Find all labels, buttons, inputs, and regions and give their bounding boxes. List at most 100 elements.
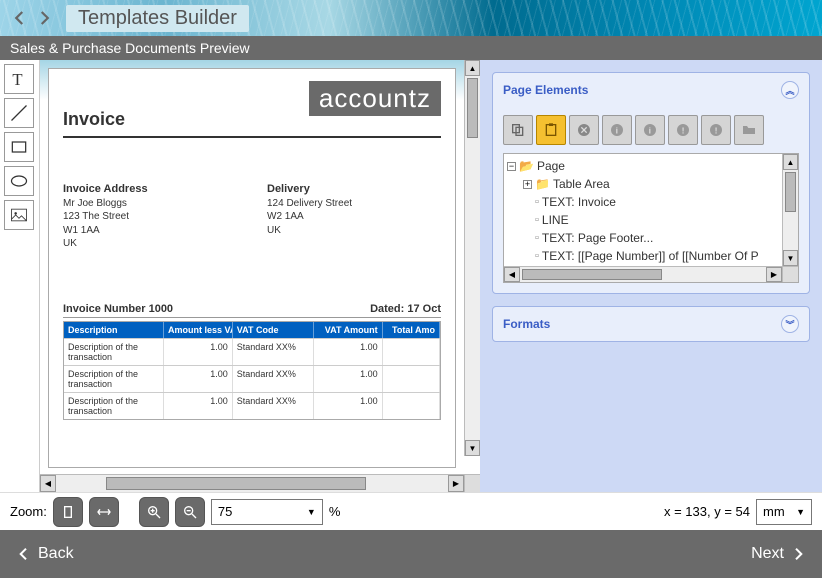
tree-node-page[interactable]: − 📂 Page — [507, 157, 779, 175]
scroll-thumb[interactable] — [106, 477, 366, 490]
zoom-out-button[interactable] — [175, 497, 205, 527]
invoice-number: Invoice Number 1000 — [63, 303, 173, 315]
copy-button[interactable] — [503, 115, 533, 145]
preview-hscrollbar[interactable]: ◀ ▶ — [40, 474, 480, 492]
zoom-dropdown[interactable]: 75 ▼ — [211, 499, 323, 525]
tree-label: LINE — [542, 211, 569, 229]
scroll-right-icon[interactable]: ▶ — [448, 475, 464, 492]
rect-tool[interactable] — [4, 132, 34, 162]
folder-button[interactable] — [734, 115, 764, 145]
scroll-right-icon[interactable]: ▶ — [766, 267, 782, 282]
invoice-address-block: Invoice Address Mr Joe Bloggs 123 The St… — [63, 182, 237, 251]
tree-vscrollbar[interactable]: ▲ ▼ — [782, 154, 798, 266]
cell-total — [383, 393, 440, 419]
status-area: x = 133, y = 54 mm ▼ — [664, 499, 812, 525]
text-tool[interactable]: T — [4, 64, 34, 94]
wizard-footer: Back Next — [0, 530, 822, 578]
alert-icon: ! — [675, 122, 691, 138]
fit-width-button[interactable] — [89, 497, 119, 527]
tree-leaf[interactable]: ▫LINE — [507, 211, 779, 229]
tree-content: − 📂 Page + 📁 Table Area ▫TEXT: Invoice ▫… — [504, 154, 782, 266]
alert-button-2[interactable]: ! — [701, 115, 731, 145]
zoom-value: 75 — [218, 504, 232, 519]
tree-leaf[interactable]: ▫TEXT: Page Footer... — [507, 229, 779, 247]
company-logo: accountz — [309, 81, 441, 116]
scroll-thumb[interactable] — [467, 78, 478, 138]
back-button[interactable]: Back — [16, 545, 74, 563]
next-button[interactable]: Next — [751, 545, 806, 563]
folder-icon — [741, 122, 757, 138]
scroll-up-icon[interactable]: ▲ — [783, 154, 798, 170]
cell-vatamt: 1.00 — [314, 339, 383, 365]
fit-page-button[interactable] — [53, 497, 83, 527]
scroll-thumb[interactable] — [522, 269, 662, 280]
svg-text:i: i — [649, 125, 651, 135]
scroll-corner — [464, 475, 480, 492]
invoice-address-name: Mr Joe Bloggs — [63, 198, 127, 209]
alert-button-1[interactable]: ! — [668, 115, 698, 145]
image-tool[interactable] — [4, 200, 34, 230]
formats-panel: Formats ︾ — [492, 306, 810, 342]
expand-icon[interactable]: − — [507, 162, 516, 171]
zoom-in-button[interactable] — [139, 497, 169, 527]
scroll-track[interactable] — [56, 475, 448, 492]
scroll-thumb[interactable] — [785, 172, 796, 212]
page-elements-header[interactable]: Page Elements ︽ — [493, 73, 809, 107]
formats-header[interactable]: Formats ︾ — [493, 307, 809, 341]
tree-label: Table Area — [553, 175, 610, 193]
delivery-line2: W2 1AA — [267, 211, 304, 222]
cell-vatcode: Standard XX% — [233, 393, 314, 419]
expand-icon[interactable]: + — [523, 180, 532, 189]
cell-amount: 1.00 — [164, 366, 233, 392]
document-preview[interactable]: accountz Invoice Invoice Address Mr Joe … — [48, 68, 456, 468]
folder-open-icon: 📂 — [519, 157, 534, 175]
tree-leaf[interactable]: ▫TEXT: Invoice — [507, 193, 779, 211]
unit-dropdown[interactable]: mm ▼ — [756, 499, 812, 525]
page-elements-panel: Page Elements ︽ i i ! ! − — [492, 72, 810, 294]
page-icon — [60, 504, 76, 520]
zoom-label: Zoom: — [10, 504, 47, 519]
page-elements-body: i i ! ! − 📂 Page + � — [493, 107, 809, 293]
back-label: Back — [38, 545, 74, 563]
image-icon — [9, 205, 29, 225]
delete-button[interactable] — [569, 115, 599, 145]
info-icon: i — [609, 122, 625, 138]
scroll-track[interactable] — [520, 267, 766, 282]
address-row: Invoice Address Mr Joe Bloggs 123 The St… — [63, 182, 441, 251]
col-total: Total Amo — [383, 322, 440, 338]
preview-pane: accountz Invoice Invoice Address Mr Joe … — [40, 60, 480, 492]
collapse-icon[interactable]: ︽ — [781, 81, 799, 99]
file-icon: ▫ — [535, 248, 539, 265]
scroll-left-icon[interactable]: ◀ — [40, 475, 56, 492]
cell-vatamt: 1.00 — [314, 393, 383, 419]
zoom-in-icon — [146, 504, 162, 520]
arrow-left-icon — [11, 9, 29, 27]
delivery-line1: 124 Delivery Street — [267, 198, 352, 209]
section-title: Sales & Purchase Documents Preview — [0, 36, 822, 60]
line-tool[interactable] — [4, 98, 34, 128]
preview-vscrollbar[interactable]: ▲ ▼ — [464, 60, 480, 456]
next-label: Next — [751, 545, 784, 563]
ellipse-tool[interactable] — [4, 166, 34, 196]
tree-leaf[interactable]: ▫TEXT: [[Page Number]] of [[Number Of P — [507, 247, 779, 265]
tree-node-table-area[interactable]: + 📁 Table Area — [507, 175, 779, 193]
col-description: Description — [64, 322, 164, 338]
paste-button[interactable] — [536, 115, 566, 145]
panel-title: Page Elements — [503, 83, 588, 97]
info-button-2[interactable]: i — [635, 115, 665, 145]
history-back-button[interactable] — [8, 6, 32, 30]
line-items-grid: Description Amount less VAT VAT Code VAT… — [63, 321, 441, 420]
info-button-1[interactable]: i — [602, 115, 632, 145]
preview-viewport: accountz Invoice Invoice Address Mr Joe … — [40, 60, 480, 474]
scroll-down-icon[interactable]: ▼ — [783, 250, 798, 266]
arrow-left-icon — [16, 546, 32, 562]
main-area: T accountz Invoice Invoice Address Mr Jo… — [0, 60, 822, 492]
scroll-up-icon[interactable]: ▲ — [465, 60, 480, 76]
scroll-down-icon[interactable]: ▼ — [465, 440, 480, 456]
tree-hscrollbar[interactable]: ◀ ▶ — [504, 266, 798, 282]
expand-icon[interactable]: ︾ — [781, 315, 799, 333]
app-title: Templates Builder — [66, 5, 249, 32]
text-icon: T — [9, 69, 29, 89]
scroll-left-icon[interactable]: ◀ — [504, 267, 520, 282]
history-forward-button[interactable] — [32, 6, 56, 30]
